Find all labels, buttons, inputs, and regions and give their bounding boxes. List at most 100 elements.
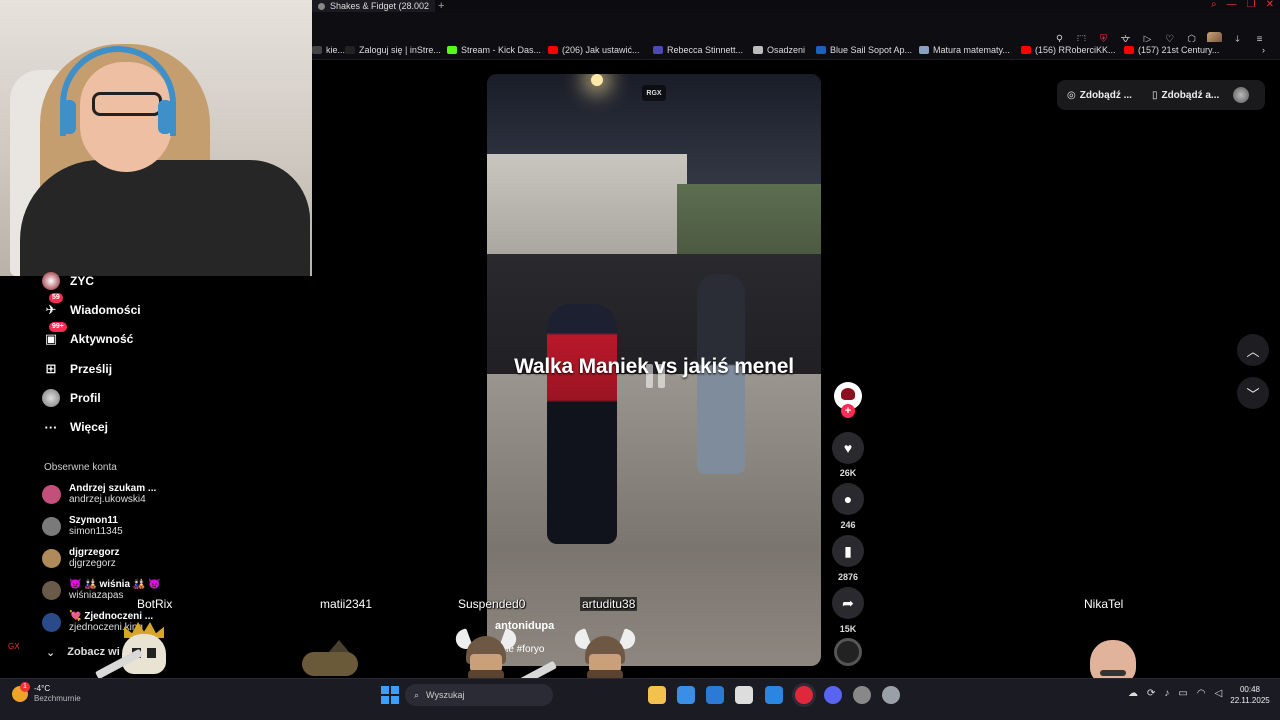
like-button[interactable]: ♥ [832,432,864,464]
account-username: simon11345 [69,526,123,537]
account-name: Szymon11 [69,515,118,526]
clock-date: 22.11.2025 [1230,696,1270,705]
sidebar-item-zyc[interactable]: ZYC [42,272,94,290]
site-icon [653,46,663,54]
share-count: 15K [839,624,857,634]
youtube-icon [548,46,558,54]
browser-tab[interactable]: Shakes & Fidget (28.002 [312,0,436,12]
opera-gx-icon[interactable] [795,686,813,704]
maximize-button[interactable]: ❐ [1247,0,1256,10]
video-watermark: RGX [642,85,666,101]
bookmarks-overflow-button[interactable]: › [1262,45,1265,55]
save-button[interactable]: ▮ [832,535,864,567]
avatar-icon [42,272,60,290]
avatar [42,548,61,568]
profile-icon [42,389,60,407]
bookmark-item[interactable]: Osadzeni [753,45,805,55]
bookmark-icon: ▮ [844,542,852,559]
wifi-icon[interactable]: ◠ [1197,688,1206,699]
gx-label: GX [8,642,20,651]
account-username: djgrzegorz [69,558,116,569]
bookmark-label: kie... [326,45,346,55]
mic-icon[interactable]: ♪ [1164,688,1169,699]
like-count: 26K [839,468,857,478]
sidebar-item-label: Więcej [70,420,108,434]
bookmark-label: (206) Jak ustawić... [562,45,640,55]
followed-account[interactable]: Szymon11 simon11345 [42,515,123,537]
sidebar-item-przelij[interactable]: ⊞ Prześlij [42,360,112,378]
followed-account[interactable]: djgrzegorz djgrzegorz [42,547,120,569]
bookmark-item[interactable]: Blue Sail Sopot Ap... [816,45,912,55]
get-coins-button[interactable]: ◎ Zdobądź ... [1067,90,1132,101]
avatar [42,516,61,536]
music-disc-icon[interactable] [834,638,862,666]
sidebar-item-profil[interactable]: Profil [42,389,101,407]
video-player[interactable]: RGX Walka Maniek vs jakiś menel antonidu… [487,74,821,666]
store-icon[interactable] [677,686,695,704]
chevron-up-icon: ︿ [1246,343,1260,359]
user-avatar[interactable] [1233,87,1250,103]
next-video-button[interactable]: ﹀ [1237,377,1269,409]
sidebar-item-wiadomoci[interactable]: ✈ 59 Wiadomości [42,293,141,319]
taskbar-clock[interactable]: 00:48 22.11.2025 [1228,684,1272,706]
cloud-icon[interactable]: ☁ [1128,688,1138,699]
bookmark-item[interactable]: Rebecca Stinnett... [653,45,743,55]
weather-sun-icon: 1 [12,682,30,702]
save-count: 2876 [837,572,859,582]
search-tabs-icon[interactable]: ⌕ [1211,0,1217,10]
windows-start-icon[interactable] [381,686,399,704]
bookmark-item[interactable]: (206) Jak ustawić... [548,45,640,55]
close-button[interactable]: ✕ [1266,0,1274,10]
bookmark-item[interactable]: kie... [312,45,345,55]
blank [345,46,355,54]
overlay-username: NikaTel [1084,597,1124,611]
sync-icon[interactable]: ⟳ [1147,688,1155,699]
sidebar-item-wicej[interactable]: ··· Więcej [42,418,108,436]
chevron-down-icon: ﹀ [1246,386,1260,402]
followed-account[interactable]: Andrzej szukam ... andrzej.ukowski4 [42,483,156,505]
webcam-overlay [0,0,312,276]
app-blue-icon[interactable] [765,686,783,704]
bookmark-item[interactable]: (156) RRoberciKK... [1021,45,1116,55]
bookmark-label: (157) 21st Century... [1138,45,1220,55]
previous-video-button[interactable]: ︿ [1237,334,1269,366]
file-explorer-icon[interactable] [648,686,666,704]
activity-icon: ▣ 99+ [42,322,67,348]
share-button[interactable]: ➦ [832,587,864,619]
app-c-icon[interactable] [735,686,753,704]
following-title: Obserwne konta [44,462,117,473]
booking-icon [816,46,826,54]
weather-widget[interactable]: 1 -4°C Bezchmurnie [12,682,81,704]
bookmark-item[interactable]: (157) 21st Century... [1124,45,1219,55]
new-tab-button[interactable]: + [438,0,444,12]
see-more-link[interactable]: ⌄ Zobacz wi [46,646,120,659]
comment-icon: ● [843,491,853,507]
blank [312,46,322,54]
bookmark-item[interactable]: Matura matematy... [919,45,1010,55]
doc-icon [919,46,929,54]
overlay-username: BotRix [137,597,173,611]
bookmark-label: Stream - Kick Das... [461,45,542,55]
coin-icon: ◎ [1067,89,1076,101]
settings-icon[interactable] [882,686,900,704]
system-tray: ☁ ⟳ ♪ ▭ ◠ ◁ [1128,688,1222,699]
bookmark-label: Rebecca Stinnett... [667,45,744,55]
sidebar-item-label: Wiadomości [70,303,141,317]
comment-button[interactable]: ● [832,483,864,515]
follow-plus-button[interactable]: + [841,404,855,418]
taskbar-search[interactable]: ⌕ Wyszukaj [405,684,553,706]
bookmark-item[interactable]: Stream - Kick Das... [447,45,541,55]
minimize-button[interactable]: — [1227,0,1237,10]
get-app-button[interactable]: ▯ Zdobądź a... [1152,90,1219,101]
sidebar-item-aktywno[interactable]: ▣ 99+ Aktywność [42,322,133,348]
mail-icon[interactable] [706,686,724,704]
clock-time: 00:48 [1239,685,1261,694]
app-round-icon[interactable] [853,686,871,704]
bookmark-item[interactable]: Zaloguj się | inStre... [345,45,441,55]
volume-icon[interactable]: ◁ [1215,688,1223,699]
dragon-sprite [294,640,374,680]
discord-icon[interactable] [824,686,842,704]
get-app-label: Zdobądź a... [1161,89,1220,101]
display-icon[interactable]: ▭ [1178,688,1187,699]
pause-icon[interactable] [642,364,668,388]
